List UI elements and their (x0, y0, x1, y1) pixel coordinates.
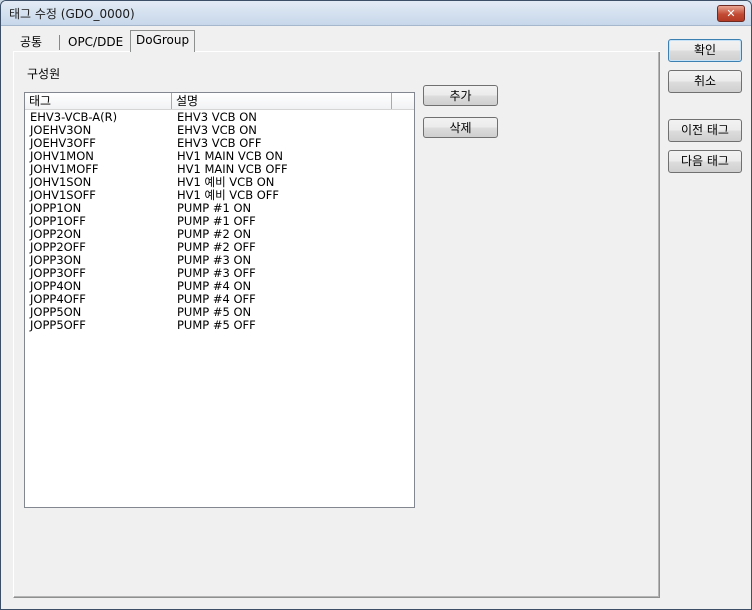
member-list[interactable]: 태그 설명 EHV3-VCB-A(R) EHV3 VCB ON JOEHV3ON EH… (24, 92, 415, 508)
tab-dogroup[interactable]: DoGroup (130, 30, 196, 52)
column-header-description[interactable]: 설명 (172, 93, 392, 109)
column-header-tag[interactable]: 태그 (25, 93, 172, 109)
ok-button[interactable]: 확인 (668, 39, 742, 62)
members-label: 구성원 (27, 67, 61, 81)
tab-opc-dde[interactable]: OPC/DDE (63, 33, 128, 51)
close-button[interactable]: ✕ (717, 5, 745, 22)
window-title: 태그 수정 (GDO_0000) (9, 7, 135, 21)
cancel-button[interactable]: 취소 (668, 70, 742, 93)
list-item[interactable]: JOPP5OFF PUMP #5 OFF (25, 319, 414, 332)
tag-cell: JOPP5OFF (30, 318, 86, 332)
list-header: 태그 설명 (25, 93, 414, 110)
delete-button[interactable]: 삭제 (423, 117, 498, 138)
dialog-window: 태그 수정 (GDO_0000) ✕ 공통 OPC/DDE DoGroup 구성… (0, 0, 752, 610)
close-icon[interactable]: ✕ (726, 7, 735, 20)
next-tag-button[interactable]: 다음 태그 (668, 150, 742, 173)
tab-common[interactable]: 공통 (15, 33, 47, 51)
list-body: EHV3-VCB-A(R) EHV3 VCB ON JOEHV3ON EHV3 VCB… (25, 111, 414, 332)
tab-separator (59, 35, 60, 50)
add-button[interactable]: 추가 (423, 85, 498, 106)
description-cell: PUMP #5 OFF (177, 318, 256, 332)
title-bar: 태그 수정 (GDO_0000) ✕ (1, 1, 751, 26)
prev-tag-button[interactable]: 이전 태그 (668, 119, 742, 142)
